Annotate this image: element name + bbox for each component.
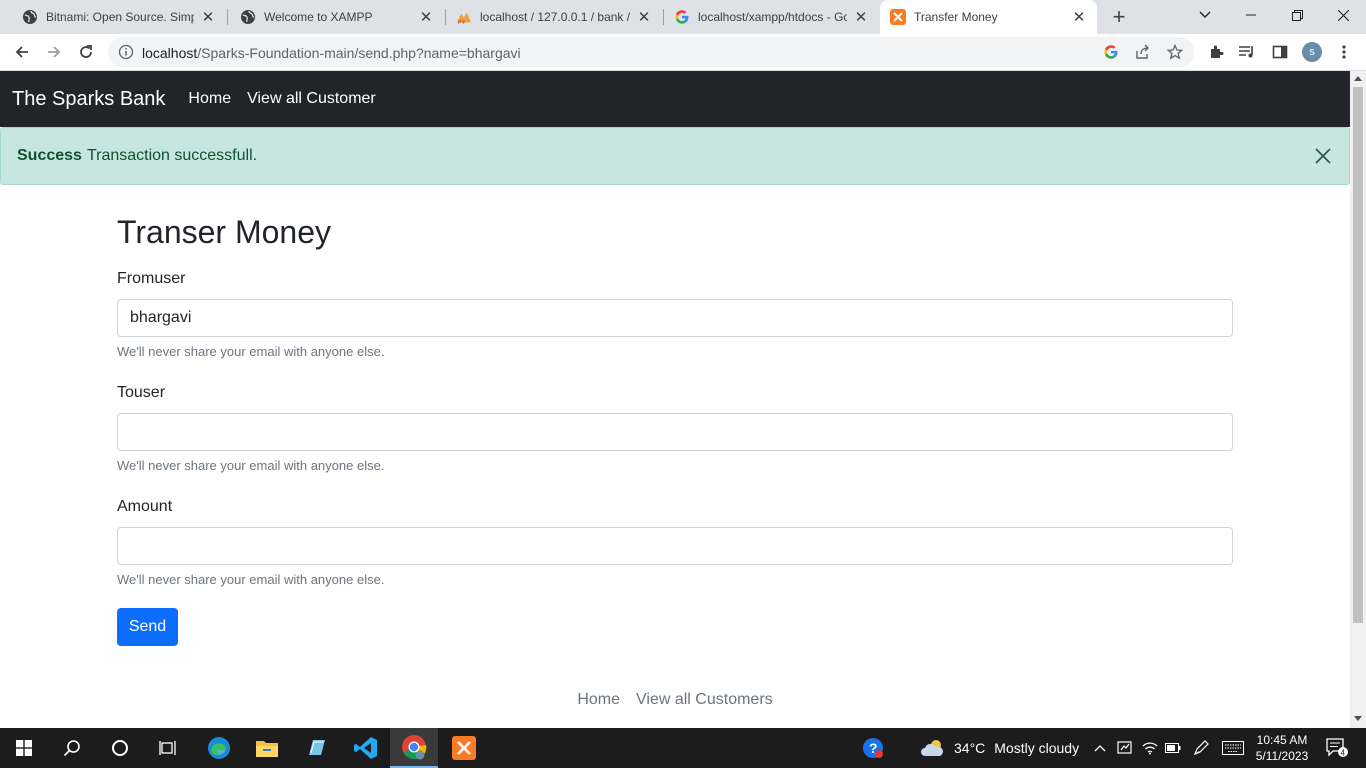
network-app-icon[interactable] — [1114, 728, 1136, 768]
tab-title: localhost/xampp/htdocs - Google Search — [698, 10, 847, 24]
tab-title: Transfer Money — [914, 10, 998, 24]
minimize-button[interactable] — [1228, 0, 1274, 30]
file-explorer-icon[interactable] — [243, 728, 291, 768]
xampp-icon — [890, 9, 906, 25]
url-text: localhost/Sparks-Foundation-main/send.ph… — [142, 45, 521, 61]
tab-close-icon[interactable]: ✕ — [418, 9, 434, 26]
cortana-icon[interactable] — [96, 728, 144, 768]
browser-tab-strip: Bitnami: Open Source. Simplified ✕ Welco… — [0, 0, 1366, 34]
scroll-up-arrow[interactable] — [1354, 76, 1362, 81]
close-icon[interactable] — [1313, 146, 1333, 166]
web-page: The Sparks Bank Home View all Customer S… — [0, 71, 1350, 728]
tab-close-icon[interactable]: ✕ — [200, 9, 216, 26]
search-icon[interactable] — [48, 728, 96, 768]
kebab-menu-icon[interactable] — [1334, 42, 1354, 62]
globe-icon — [240, 9, 256, 25]
chevron-up-icon[interactable] — [1090, 728, 1110, 768]
reload-icon[interactable] — [72, 38, 100, 66]
start-button[interactable] — [0, 728, 48, 768]
task-view-icon[interactable] — [144, 728, 192, 768]
taskbar-clock[interactable]: 10:45 AM 5/11/2023 — [1252, 732, 1312, 764]
media-control-icon[interactable] — [1237, 42, 1257, 62]
globe-icon — [22, 9, 38, 25]
fromuser-help-text: We'll never share your email with anyone… — [117, 344, 385, 359]
tab-search-icon[interactable] — [1182, 0, 1228, 30]
alert-message: Transaction successfull. — [86, 147, 258, 164]
svg-text:php: php — [458, 19, 466, 24]
clock-time: 10:45 AM — [1256, 733, 1308, 747]
scroll-down-arrow[interactable] — [1354, 716, 1362, 721]
transfer-form: Transer Money Fromuser We'll never share… — [117, 213, 1233, 646]
alert-strong: Success — [17, 147, 82, 164]
forward-icon[interactable] — [40, 38, 68, 66]
browser-tab-xampp-welcome[interactable]: Welcome to XAMPP ✕ — [228, 0, 444, 34]
site-info-icon[interactable] — [118, 44, 134, 60]
footer: Home View all Customers — [0, 691, 1350, 709]
windows-taskbar: ? 34°C Mostly cloudy 10:45 AM 5/11/2023 … — [0, 728, 1366, 768]
tab-title: localhost / 127.0.0.1 / bank / — [480, 10, 630, 24]
chrome-taskbar-icon[interactable] — [390, 728, 438, 768]
notepad-app-icon[interactable] — [292, 728, 340, 768]
browser-tab-bitnami[interactable]: Bitnami: Open Source. Simplified ✕ — [0, 0, 226, 34]
nav-link-home[interactable]: Home — [188, 90, 231, 108]
tab-close-icon[interactable]: ✕ — [1071, 9, 1087, 26]
page-title: Transer Money — [117, 214, 331, 250]
notification-count: 4 — [1341, 749, 1346, 758]
tab-close-icon[interactable]: ✕ — [853, 9, 869, 26]
close-window-button[interactable] — [1320, 0, 1366, 30]
amount-label: Amount — [117, 498, 173, 515]
nav-link-view-all-customer[interactable]: View all Customer — [247, 90, 376, 108]
help-icon[interactable]: ? — [858, 728, 888, 768]
side-panel-icon[interactable] — [1270, 42, 1290, 62]
scrollbar-thumb[interactable] — [1353, 87, 1363, 623]
tab-title: Welcome to XAMPP — [264, 10, 373, 24]
amount-help-text: We'll never share your email with anyone… — [117, 572, 385, 587]
edge-browser-icon[interactable] — [195, 728, 243, 768]
battery-icon[interactable] — [1162, 728, 1184, 768]
page-scrollbar[interactable] — [1350, 71, 1366, 728]
fromuser-input[interactable] — [117, 299, 1233, 337]
wifi-icon[interactable] — [1139, 728, 1161, 768]
cloudy-weather-icon — [920, 738, 946, 758]
pen-icon[interactable] — [1190, 728, 1212, 768]
profile-avatar[interactable]: s — [1302, 42, 1322, 62]
amount-input[interactable] — [117, 527, 1233, 565]
google-icon — [674, 9, 690, 25]
back-icon[interactable] — [8, 38, 36, 66]
browser-tab-phpmyadmin[interactable]: php localhost / 127.0.0.1 / bank / ✕ — [446, 0, 662, 34]
weather-temp: 34°C — [954, 740, 986, 756]
new-tab-button[interactable]: + — [1106, 4, 1132, 29]
clock-date: 5/11/2023 — [1255, 749, 1309, 763]
tab-title: Bitnami: Open Source. Simplified — [46, 10, 194, 24]
notifications-icon[interactable]: 4 — [1322, 728, 1352, 768]
touser-help-text: We'll never share your email with anyone… — [117, 458, 385, 473]
address-bar[interactable]: localhost/Sparks-Foundation-main/send.ph… — [108, 37, 1194, 67]
vscode-icon[interactable] — [342, 728, 390, 768]
touser-input[interactable] — [117, 413, 1233, 451]
weather-text: Mostly cloudy — [994, 740, 1080, 756]
weather-widget[interactable]: 34°C Mostly cloudy — [920, 728, 1079, 768]
bookmark-star-icon[interactable] — [1166, 43, 1184, 61]
browser-tab-transfer-money[interactable]: Transfer Money ✕ — [880, 0, 1097, 34]
browser-toolbar: localhost/Sparks-Foundation-main/send.ph… — [0, 34, 1366, 71]
success-alert: Success Transaction successfull. — [0, 127, 1350, 185]
google-lens-icon[interactable] — [1102, 43, 1120, 61]
footer-link-home[interactable]: Home — [577, 691, 620, 709]
restore-button[interactable] — [1274, 0, 1320, 30]
keyboard-icon[interactable] — [1220, 728, 1246, 768]
navbar-brand[interactable]: The Sparks Bank — [12, 88, 165, 111]
site-navbar: The Sparks Bank Home View all Customer — [0, 71, 1350, 127]
extensions-icon[interactable] — [1206, 42, 1226, 62]
share-icon[interactable] — [1134, 43, 1152, 61]
phpmyadmin-icon: php — [456, 9, 472, 25]
browser-tab-google-search[interactable]: localhost/xampp/htdocs - Google Search ✕ — [664, 0, 879, 34]
footer-link-view-all-customers[interactable]: View all Customers — [636, 691, 773, 709]
tab-close-icon[interactable]: ✕ — [636, 9, 652, 26]
xampp-taskbar-icon[interactable] — [440, 728, 488, 768]
send-button[interactable]: Send — [117, 608, 178, 646]
touser-label: Touser — [117, 384, 166, 401]
fromuser-label: Fromuser — [117, 270, 186, 287]
